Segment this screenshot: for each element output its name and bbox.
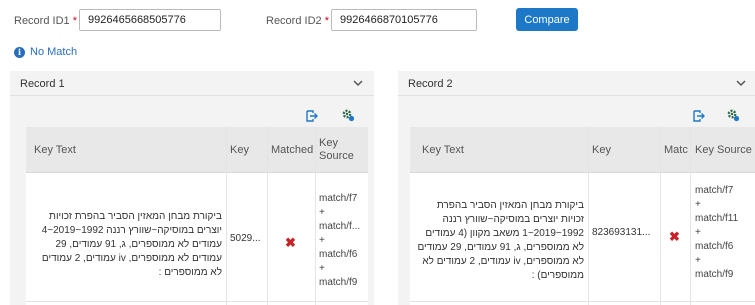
key-source-line: match/f6 bbox=[695, 241, 734, 252]
no-match-icon: ✖ bbox=[285, 235, 296, 250]
column-header-key-text[interactable]: Key Text bbox=[34, 127, 76, 172]
status-text: No Match bbox=[30, 46, 78, 58]
column-header-matched[interactable]: Matc bbox=[664, 127, 688, 172]
key-source-line: match/f9 bbox=[695, 269, 734, 280]
no-match-icon: ✖ bbox=[669, 229, 680, 244]
key-source-cell: match/f7 + match/f11 + match/f6 + match/… bbox=[695, 184, 751, 282]
column-header-key-text[interactable]: Key Text bbox=[422, 127, 464, 172]
record-id1-label: Record ID1 * bbox=[14, 15, 77, 27]
table-header: Key Text Key Matc Key Source bbox=[410, 127, 755, 173]
key-source-line: + bbox=[695, 199, 701, 210]
row-divider bbox=[26, 301, 368, 302]
settings-icon[interactable] bbox=[341, 108, 355, 122]
record-1-table: Key Text Key Matched Key Source ביקורת מ… bbox=[26, 127, 368, 305]
record-panel-title: Record 2 bbox=[408, 78, 453, 90]
key-source-line: match/f7 bbox=[319, 193, 358, 204]
settings-icon[interactable] bbox=[726, 108, 740, 122]
key-source-line: match/f9 bbox=[319, 277, 358, 288]
record-id2-label-text: Record ID2 bbox=[266, 15, 322, 27]
row-divider bbox=[410, 301, 755, 302]
column-header-key-source[interactable]: Key Source bbox=[695, 127, 752, 172]
chevron-down-icon[interactable] bbox=[735, 77, 747, 89]
chevron-down-icon[interactable] bbox=[352, 77, 364, 89]
key-source-cell: match/f7 + match/f... + match/f6 + match… bbox=[319, 192, 365, 290]
key-cell: 5029... bbox=[230, 233, 261, 244]
key-source-line: match/f7 bbox=[695, 185, 734, 196]
key-source-line: match/f6 bbox=[319, 249, 358, 260]
record-panel-title: Record 1 bbox=[20, 78, 65, 90]
table-header: Key Text Key Matched Key Source bbox=[26, 127, 368, 173]
record-panel-2: Record 2 Key Text Key Matc Key Source בי… bbox=[398, 71, 755, 305]
required-mark: * bbox=[72, 15, 77, 27]
required-mark: * bbox=[324, 15, 329, 27]
column-header-key[interactable]: Key bbox=[230, 127, 249, 172]
key-source-line: match/f... bbox=[319, 221, 361, 232]
match-status: i No Match bbox=[14, 46, 77, 58]
key-source-line: + bbox=[319, 263, 325, 274]
record-id2-input[interactable]: 9926466870105776 bbox=[331, 9, 477, 31]
record-panel-header[interactable]: Record 1 bbox=[10, 71, 374, 96]
compare-button[interactable]: Compare bbox=[516, 8, 578, 31]
key-source-line: match/f11 bbox=[695, 213, 739, 224]
record-id2-label: Record ID2 * bbox=[266, 15, 329, 27]
key-source-line: + bbox=[319, 235, 325, 246]
record-id1-input[interactable]: 9926465668505776 bbox=[79, 9, 221, 31]
key-source-line: + bbox=[695, 227, 701, 238]
record-panel-1: Record 1 Key Text Key Matched Key Source… bbox=[10, 71, 374, 305]
export-icon[interactable] bbox=[692, 109, 706, 123]
info-icon: i bbox=[14, 46, 25, 58]
key-text-cell: ביקורת מבחן המאזין הסביר בהפרת זכויות יו… bbox=[41, 211, 222, 278]
record-id1-label-text: Record ID1 bbox=[14, 15, 70, 27]
column-header-key[interactable]: Key bbox=[592, 127, 611, 172]
table-row[interactable]: ביקורת מבחן המאזין הסביר בהפרת זכויות יו… bbox=[26, 173, 368, 301]
record-2-table: Key Text Key Matc Key Source ביקורת מבחן… bbox=[410, 127, 755, 305]
key-source-line: + bbox=[695, 255, 701, 266]
column-header-matched[interactable]: Matched bbox=[271, 127, 313, 172]
compare-form: Record ID1 * 9926465668505776 Record ID2… bbox=[0, 0, 755, 40]
table-row[interactable]: ביקורת מבחן המאזין הסביר בהפרת זכויות יו… bbox=[410, 173, 755, 301]
key-text-cell: ביקורת מבחן המאזין הסביר בהפרת זכויות יו… bbox=[417, 200, 584, 281]
key-cell: 823693131... bbox=[592, 227, 651, 238]
export-icon[interactable] bbox=[305, 109, 319, 123]
column-header-key-source[interactable]: Key Source bbox=[319, 127, 364, 172]
record-panel-header[interactable]: Record 2 bbox=[398, 71, 755, 96]
key-source-line: + bbox=[319, 207, 325, 218]
